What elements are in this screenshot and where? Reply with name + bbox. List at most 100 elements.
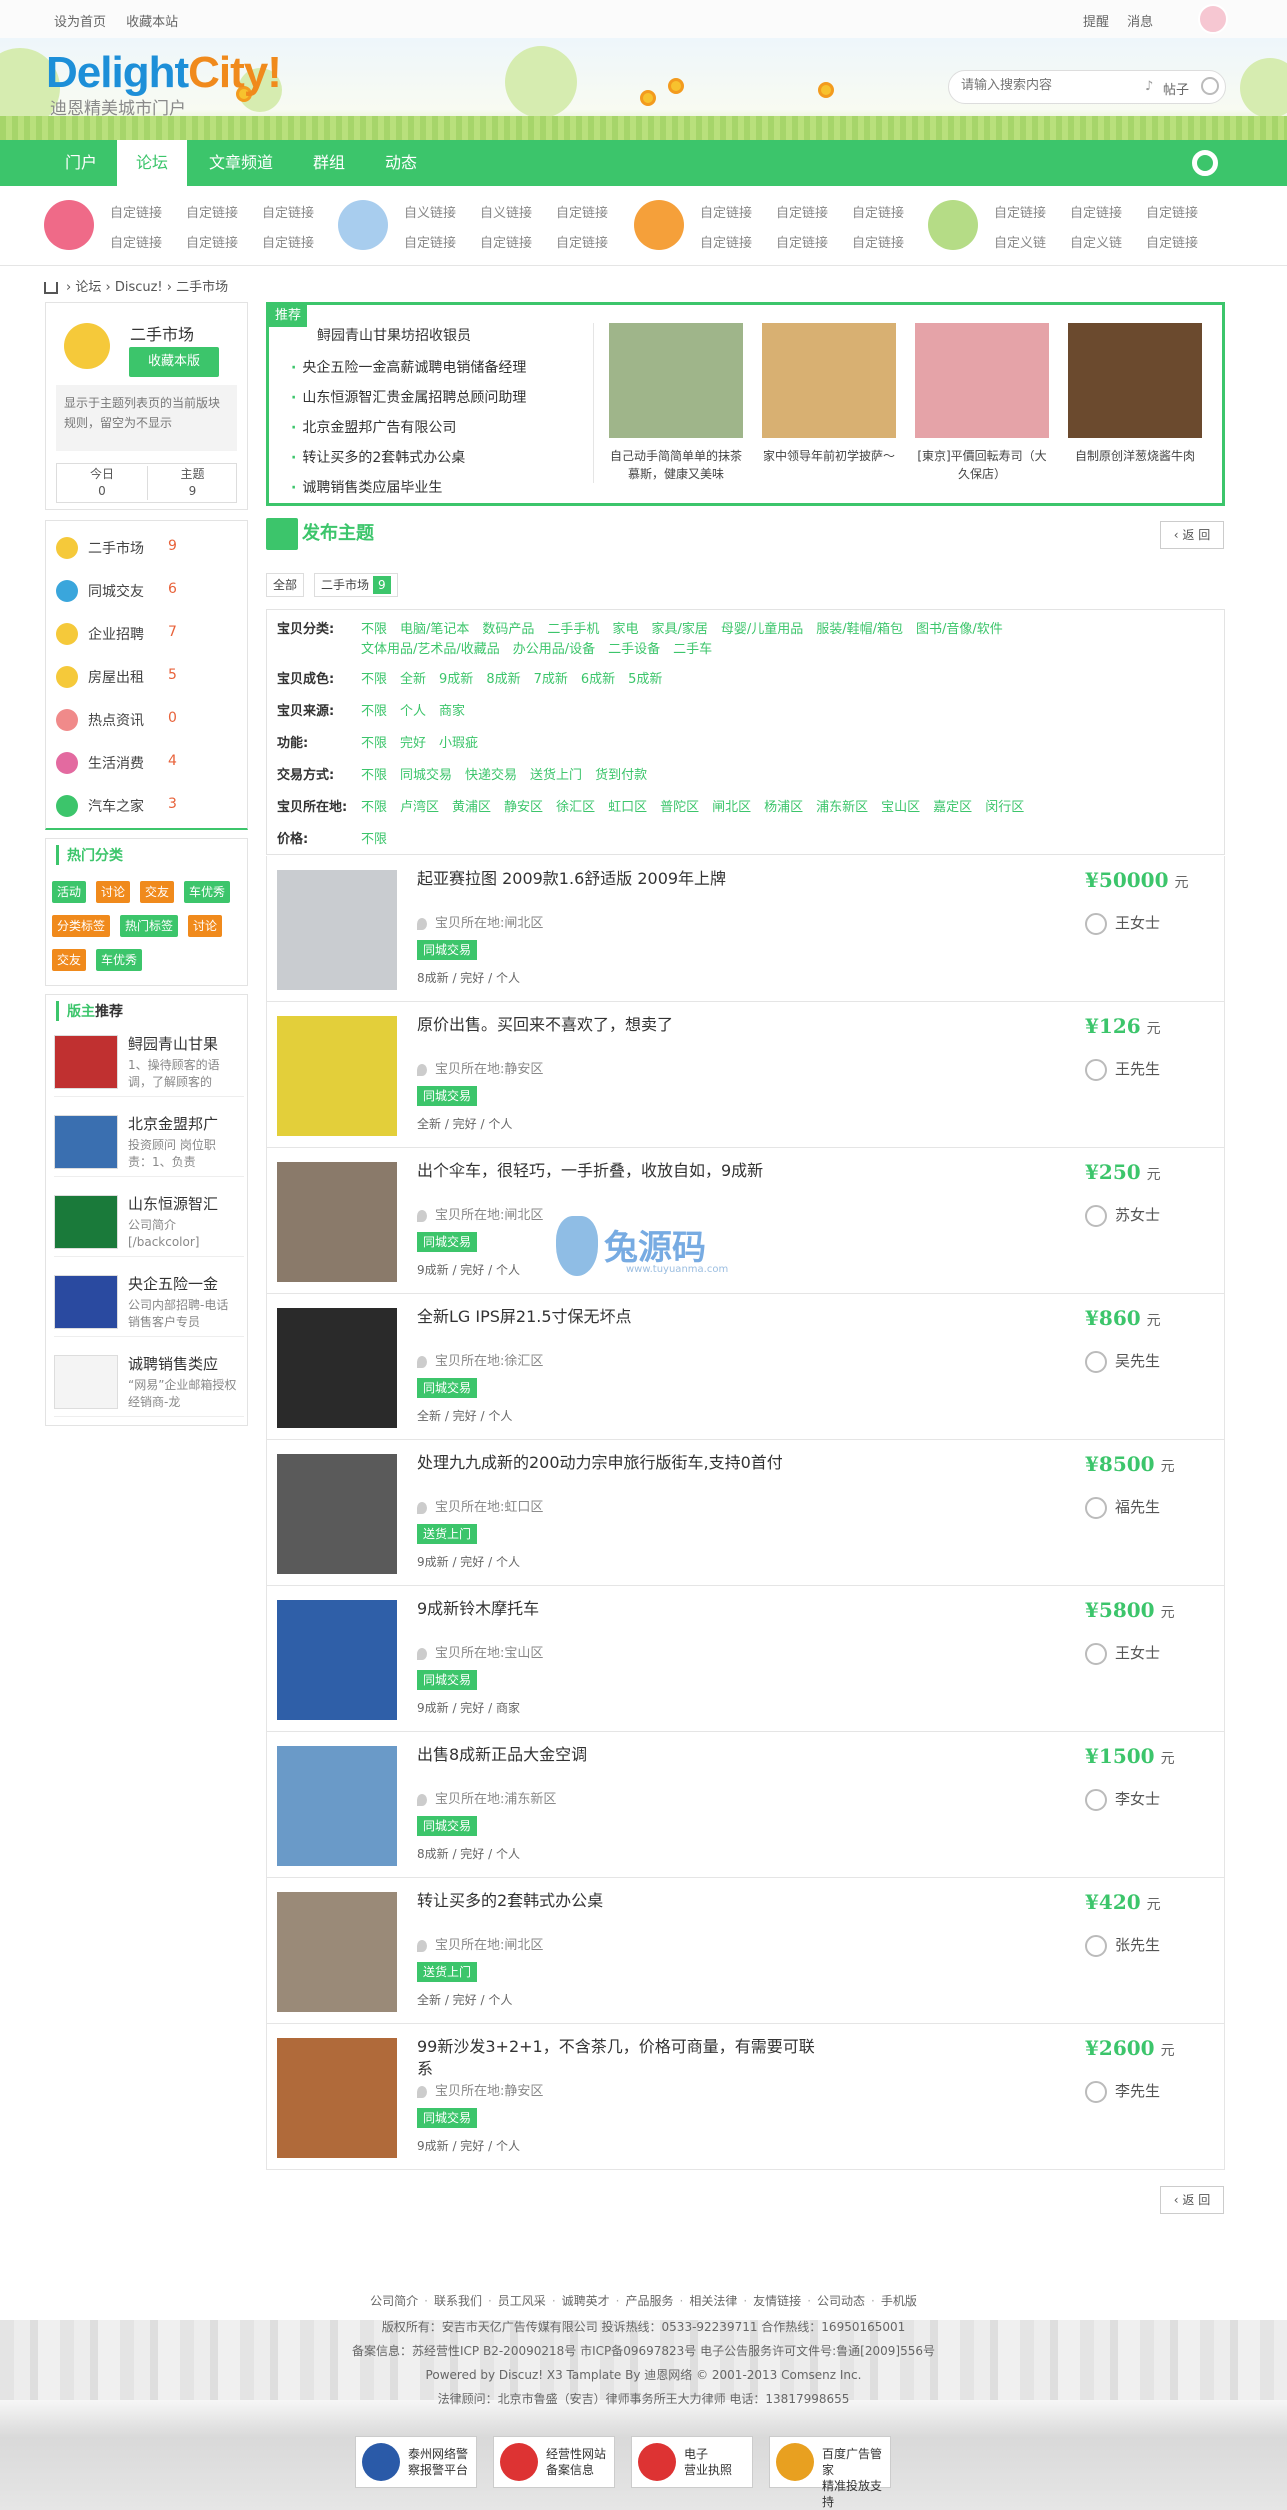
filter-option[interactable]: 同城交易 [400, 768, 452, 783]
sub-link[interactable]: 自定链接 [852, 232, 904, 251]
category-item[interactable]: 房屋出租 5 [56, 664, 236, 694]
sub-link[interactable]: 自定链接 [404, 232, 456, 251]
listing-seller[interactable]: 苏女士 [1085, 1204, 1160, 1227]
listing-title[interactable]: 出售8成新正品大金空调 [417, 1744, 827, 1766]
avatar[interactable] [1198, 4, 1228, 34]
filter-option[interactable]: 数码产品 [482, 622, 534, 637]
recommend-item[interactable]: · 山东恒源智汇贵金属招聘总顾问助理 [291, 387, 526, 407]
filter-option[interactable]: 二手手机 [547, 622, 599, 637]
sub-link[interactable]: 自定链接 [262, 202, 314, 221]
hot-tag[interactable]: 车优秀 [184, 881, 231, 903]
sub-link[interactable]: 自定链接 [994, 202, 1046, 221]
sub-link[interactable]: 自义链接 [404, 202, 456, 221]
category-item[interactable]: 二手市场 9 [56, 535, 236, 565]
listing-thumbnail[interactable] [277, 2038, 397, 2158]
filter-option[interactable]: 8成新 [486, 672, 520, 687]
sub-link[interactable]: 自义链接 [480, 202, 532, 221]
filter-option[interactable]: 7成新 [534, 672, 568, 687]
filter-option[interactable]: 杨浦区 [764, 800, 803, 815]
filter-option[interactable]: 闸北区 [712, 800, 751, 815]
sub-link[interactable]: 自定义链 [994, 232, 1046, 251]
footer-link[interactable]: 诚聘英才 [562, 2294, 610, 2308]
filter-option[interactable]: 送货上门 [530, 768, 582, 783]
nav-item-forum[interactable]: 论坛 [117, 140, 187, 186]
sub-link[interactable]: 自定链接 [1070, 202, 1122, 221]
listing-title[interactable]: 全新LG IPS屏21.5寸保无坏点 [417, 1306, 827, 1328]
listing-seller[interactable]: 吴先生 [1085, 1350, 1160, 1373]
sub-link[interactable]: 自定链接 [852, 202, 904, 221]
recommend-item[interactable]: · 诚聘销售类应届毕业生 [291, 477, 442, 497]
filter-option[interactable]: 卢湾区 [400, 800, 439, 815]
bookmark-link[interactable]: 收藏本站 [126, 15, 178, 30]
footer-link[interactable]: 联系我们 [434, 2294, 482, 2308]
sub-link[interactable]: 自定链接 [1146, 232, 1198, 251]
listing-title[interactable]: 出个伞车，很轻巧，一手折叠，收放自如，9成新 [417, 1160, 827, 1182]
sub-link[interactable]: 自定链接 [1146, 202, 1198, 221]
gear-icon[interactable] [1192, 150, 1218, 176]
favorite-forum-button[interactable]: 收藏本版 [129, 347, 219, 377]
filter-option[interactable]: 不限 [361, 622, 387, 637]
listing-thumbnail[interactable] [277, 1892, 397, 2012]
sub-link[interactable]: 自定链接 [262, 232, 314, 251]
filter-option[interactable]: 嘉定区 [933, 800, 972, 815]
recommend-photo[interactable] [609, 323, 743, 438]
sub-link[interactable]: 自定链接 [776, 202, 828, 221]
filter-option[interactable]: 个人 [400, 704, 426, 719]
breadcrumb-forum[interactable]: 论坛 [75, 280, 101, 295]
filter-option[interactable]: 5成新 [628, 672, 662, 687]
listing-seller[interactable]: 李先生 [1085, 2080, 1160, 2103]
filter-option[interactable]: 母婴/儿童用品 [721, 622, 803, 637]
filter-option[interactable]: 普陀区 [660, 800, 699, 815]
filter-option[interactable]: 不限 [361, 832, 387, 847]
filter-option[interactable]: 宝山区 [881, 800, 920, 815]
back-button-top[interactable]: ‹ 返 回 [1160, 521, 1224, 549]
filter-option[interactable]: 文体用品/艺术品/收藏品 [361, 642, 500, 657]
site-logo[interactable]: DelightCity! [46, 48, 282, 98]
sub-link[interactable]: 自定链接 [480, 232, 532, 251]
listing-thumbnail[interactable] [277, 1016, 397, 1136]
recommend-item[interactable]: · 央企五险一金高薪诚聘电销储备经理 [291, 357, 526, 377]
category-item[interactable]: 生活消费 4 [56, 750, 236, 780]
filter-option[interactable]: 9成新 [439, 672, 473, 687]
sub-link[interactable]: 自定链接 [700, 232, 752, 251]
filter-option[interactable]: 徐汇区 [556, 800, 595, 815]
filter-tab-all[interactable]: 全部 [266, 573, 305, 597]
footer-link[interactable]: 员工风采 [498, 2294, 546, 2308]
sub-link[interactable]: 自定链接 [556, 232, 608, 251]
filter-tab-current[interactable]: 二手市场 9 [314, 573, 398, 597]
filter-option[interactable]: 不限 [361, 800, 387, 815]
category-item[interactable]: 热点资讯 0 [56, 707, 236, 737]
sub-link[interactable]: 自定链接 [776, 232, 828, 251]
mic-icon[interactable]: ♪ [1145, 79, 1153, 94]
sub-link[interactable]: 自定链接 [700, 202, 752, 221]
listing-thumbnail[interactable] [277, 1746, 397, 1866]
filter-option[interactable]: 二手车 [673, 642, 712, 657]
hot-tag[interactable]: 交友 [140, 881, 175, 903]
footer-link[interactable]: 友情链接 [753, 2294, 801, 2308]
search-input[interactable] [961, 78, 1131, 93]
listing-title[interactable]: 原价出售。买回来不喜欢了，想卖了 [417, 1014, 827, 1036]
listing-thumbnail[interactable] [277, 870, 397, 990]
filter-option[interactable]: 虹口区 [608, 800, 647, 815]
listing-title[interactable]: 9成新铃木摩托车 [417, 1598, 827, 1620]
footer-link[interactable]: 公司动态 [817, 2294, 865, 2308]
listing-thumbnail[interactable] [277, 1600, 397, 1720]
set-home-link[interactable]: 设为首页 [54, 15, 106, 30]
filter-option[interactable]: 不限 [361, 736, 387, 751]
listing-seller[interactable]: 张先生 [1085, 1934, 1160, 1957]
filter-option[interactable]: 6成新 [581, 672, 615, 687]
nav-item-groups[interactable]: 群组 [296, 140, 362, 186]
category-item[interactable]: 汽车之家 3 [56, 793, 236, 823]
home-icon[interactable] [44, 281, 58, 294]
filter-option[interactable]: 快递交易 [465, 768, 517, 783]
filter-option[interactable]: 电脑/笔记本 [400, 622, 469, 637]
recommend-headline[interactable]: 鲟园青山甘果坊招收银员 [317, 325, 471, 345]
search-scope-select[interactable]: 帖子 [1163, 79, 1189, 98]
filter-option[interactable]: 商家 [439, 704, 465, 719]
listing-title[interactable]: 转让买多的2套韩式办公桌 [417, 1890, 827, 1912]
recommend-photo[interactable] [915, 323, 1049, 438]
sub-link[interactable]: 自定链接 [186, 202, 238, 221]
sub-link[interactable]: 自定链接 [110, 232, 162, 251]
filter-option[interactable]: 图书/音像/软件 [916, 622, 1003, 637]
listing-thumbnail[interactable] [277, 1454, 397, 1574]
